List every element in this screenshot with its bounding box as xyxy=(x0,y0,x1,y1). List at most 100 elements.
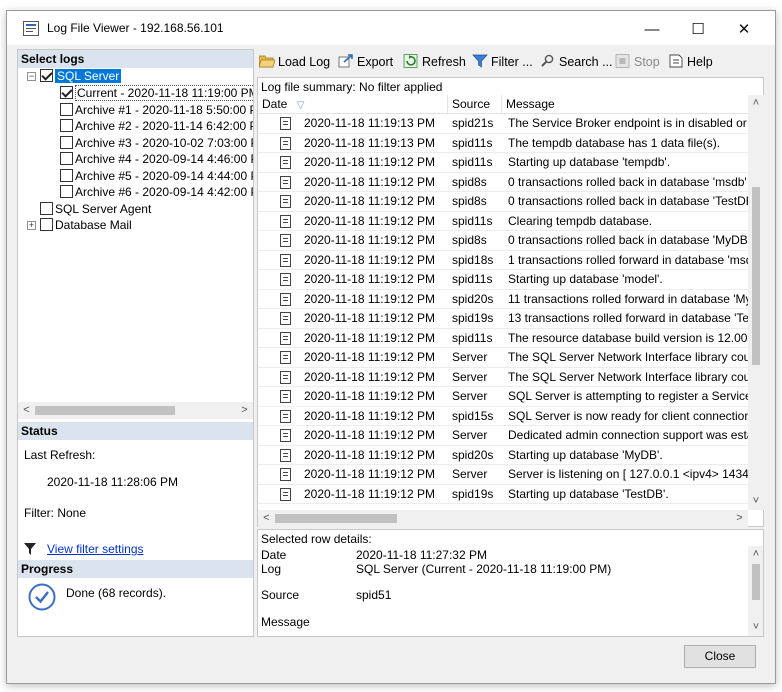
scroll-down-arrow-icon[interactable]: ˅ xyxy=(748,493,764,510)
scroll-up-arrow-icon[interactable]: ˄ xyxy=(748,95,764,112)
row-date: 2020-11-18 11:19:12 PM xyxy=(304,213,435,228)
table-row[interactable]: 2020-11-18 11:19:12 PM spid11s Starting up… xyxy=(258,270,748,290)
table-row[interactable]: 2020-11-18 11:19:12 PM Server The SQL Serv… xyxy=(258,348,748,368)
tree-node-archive[interactable]: Current - 2020-11-18 11:19:00 PM xyxy=(60,85,253,101)
search-button[interactable]: Search ... xyxy=(540,53,613,71)
log-entry-icon xyxy=(280,312,291,325)
grid-horizontal-scrollbar[interactable]: < > xyxy=(258,510,748,527)
load-log-label: Load Log xyxy=(278,55,331,69)
archive-label[interactable]: Archive #6 - 2020-09-14 4:42:00 PM xyxy=(75,185,253,199)
help-button[interactable]: Help xyxy=(668,53,713,71)
archive-checkbox[interactable] xyxy=(60,119,73,132)
scroll-thumb[interactable] xyxy=(752,187,760,365)
archive-label[interactable]: Current - 2020-11-18 11:19:00 PM xyxy=(75,85,253,101)
stop-button[interactable]: Stop xyxy=(615,53,660,71)
column-header-source[interactable]: Source xyxy=(448,95,502,114)
archive-label[interactable]: Archive #3 - 2020-10-02 7:03:00 PM xyxy=(75,136,253,150)
archive-label[interactable]: Archive #2 - 2020-11-14 6:42:00 PM xyxy=(75,119,253,133)
archive-checkbox[interactable] xyxy=(60,135,73,149)
row-date: 2020-11-18 11:19:12 PM xyxy=(304,291,435,306)
table-row[interactable]: 2020-11-18 11:19:12 PM spid20s 11 transact… xyxy=(258,290,748,309)
archive-label[interactable]: Archive #1 - 2020-11-18 5:50:00 PM xyxy=(75,103,253,117)
archive-label[interactable]: Archive #4 - 2020-09-14 4:46:00 PM xyxy=(75,152,253,166)
log-entry-icon xyxy=(280,487,291,501)
table-row[interactable]: 2020-11-18 11:19:12 PM Server Dedicated ad… xyxy=(258,426,748,446)
tree-node-archive[interactable]: Archive #3 - 2020-10-02 7:03:00 PM xyxy=(60,135,253,151)
tree-node-sql-server-agent[interactable]: SQL Server Agent xyxy=(40,201,151,217)
sql-server-label[interactable]: SQL Server xyxy=(55,69,122,83)
log-entry-icon xyxy=(280,234,291,247)
tree-node-archive[interactable]: Archive #4 - 2020-09-14 4:46:00 PM xyxy=(60,151,253,167)
row-date: 2020-11-18 11:19:12 PM xyxy=(304,486,435,501)
filter-button[interactable]: Filter ... xyxy=(472,53,533,71)
database-mail-checkbox[interactable] xyxy=(40,218,53,231)
table-row[interactable]: 2020-11-18 11:19:13 PM spid21s The Service… xyxy=(258,114,748,134)
window-close-button[interactable]: ✕ xyxy=(721,17,767,43)
row-source: Server xyxy=(452,369,488,384)
details-message-label: Message xyxy=(261,615,310,629)
table-row[interactable]: 2020-11-18 11:19:12 PM spid19s Starting up… xyxy=(258,485,748,504)
collapse-icon[interactable]: − xyxy=(27,72,36,81)
scroll-thumb[interactable] xyxy=(752,564,760,600)
scroll-right-arrow-icon[interactable]: > xyxy=(236,402,253,419)
grid-vertical-scrollbar[interactable]: ˄ ˅ xyxy=(748,95,764,510)
sql-server-agent-checkbox[interactable] xyxy=(40,202,53,215)
table-row[interactable]: 2020-11-18 11:19:12 PM spid8s 0 transactio… xyxy=(258,231,748,251)
row-source: spid11s xyxy=(452,272,493,286)
archive-checkbox[interactable] xyxy=(60,185,73,198)
scroll-thumb[interactable] xyxy=(275,514,397,523)
view-filter-settings-link[interactable]: View filter settings xyxy=(47,542,144,556)
table-row[interactable]: 2020-11-18 11:19:12 PM Server The SQL Serv… xyxy=(258,368,748,387)
database-mail-label[interactable]: Database Mail xyxy=(55,218,132,232)
row-date: 2020-11-18 11:19:12 PM xyxy=(304,467,435,481)
table-row[interactable]: 2020-11-18 11:19:12 PM spid18s 1 transacti… xyxy=(258,251,748,270)
sql-server-agent-label[interactable]: SQL Server Agent xyxy=(55,202,151,216)
row-source: spid11s xyxy=(452,155,493,169)
log-entry-icon xyxy=(280,253,291,267)
tree-horizontal-scrollbar[interactable]: < > xyxy=(18,402,253,419)
load-log-button[interactable]: Load Log xyxy=(258,53,331,71)
tree-node-archive[interactable]: Archive #6 - 2020-09-14 4:42:00 PM xyxy=(60,184,253,200)
minimize-button[interactable]: — xyxy=(629,17,675,43)
refresh-button[interactable]: Refresh xyxy=(403,53,466,71)
table-row[interactable]: 2020-11-18 11:19:12 PM spid11s The resourc… xyxy=(258,329,748,348)
scroll-down-arrow-icon[interactable]: ˅ xyxy=(748,619,763,636)
row-source: spid19s xyxy=(452,486,494,501)
log-rows: 2020-11-18 11:19:13 PM spid21s The Service… xyxy=(258,114,748,510)
table-row[interactable]: 2020-11-18 11:19:12 PM Server Server is li… xyxy=(258,465,748,485)
row-message: Server is listening on [ 127.0.0.1 <ipv4… xyxy=(508,467,748,481)
details-vertical-scrollbar[interactable]: ˄ ˅ xyxy=(748,546,763,636)
table-row[interactable]: 2020-11-18 11:19:12 PM spid11s Clearing te… xyxy=(258,212,748,231)
scroll-thumb[interactable] xyxy=(35,406,175,415)
table-row[interactable]: 2020-11-18 11:19:12 PM spid11s Starting up… xyxy=(258,153,748,173)
close-button[interactable]: Close xyxy=(684,645,756,668)
log-grid-pane: Log file summary: No filter applied Date… xyxy=(257,77,764,527)
table-row[interactable]: 2020-11-18 11:19:12 PM Server SQL Server i… xyxy=(258,387,748,407)
archive-checkbox[interactable] xyxy=(60,86,73,99)
column-header-message[interactable]: Message xyxy=(502,95,748,114)
maximize-button[interactable]: ☐ xyxy=(675,17,721,43)
export-button[interactable]: Export xyxy=(338,53,393,71)
tree-node-archive[interactable]: Archive #2 - 2020-11-14 6:42:00 PM xyxy=(60,118,253,134)
sql-server-checkbox[interactable] xyxy=(40,69,53,82)
log-entry-icon xyxy=(280,195,291,208)
scroll-up-arrow-icon[interactable]: ˄ xyxy=(748,546,763,563)
tree-node-archive[interactable]: Archive #1 - 2020-11-18 5:50:00 PM xyxy=(60,102,253,118)
row-date: 2020-11-18 11:19:12 PM xyxy=(304,155,435,169)
table-row[interactable]: 2020-11-18 11:19:12 PM spid20s Starting up… xyxy=(258,446,748,465)
table-row[interactable]: 2020-11-18 11:19:13 PM spid11s The tempdb … xyxy=(258,134,748,153)
scroll-right-arrow-icon[interactable]: > xyxy=(731,510,748,527)
scroll-left-arrow-icon[interactable]: < xyxy=(18,402,35,419)
archive-checkbox[interactable] xyxy=(60,152,73,165)
archive-label[interactable]: Archive #5 - 2020-09-14 4:44:00 PM xyxy=(75,169,253,183)
table-row[interactable]: 2020-11-18 11:19:12 PM spid8s 0 transactio… xyxy=(258,173,748,192)
column-header-date[interactable]: Date ▽ xyxy=(258,95,448,114)
table-row[interactable]: 2020-11-18 11:19:12 PM spid8s 0 transactio… xyxy=(258,192,748,212)
scroll-left-arrow-icon[interactable]: < xyxy=(258,510,275,527)
table-row[interactable]: 2020-11-18 11:19:12 PM spid19s 13 transact… xyxy=(258,309,748,329)
archive-checkbox[interactable] xyxy=(60,102,73,116)
table-row[interactable]: 2020-11-18 11:19:12 PM spid15s SQL Server … xyxy=(258,407,748,426)
tree-node-archive[interactable]: Archive #5 - 2020-09-14 4:44:00 PM xyxy=(60,168,253,184)
archive-checkbox[interactable] xyxy=(60,168,73,182)
expand-icon[interactable]: + xyxy=(27,221,36,230)
